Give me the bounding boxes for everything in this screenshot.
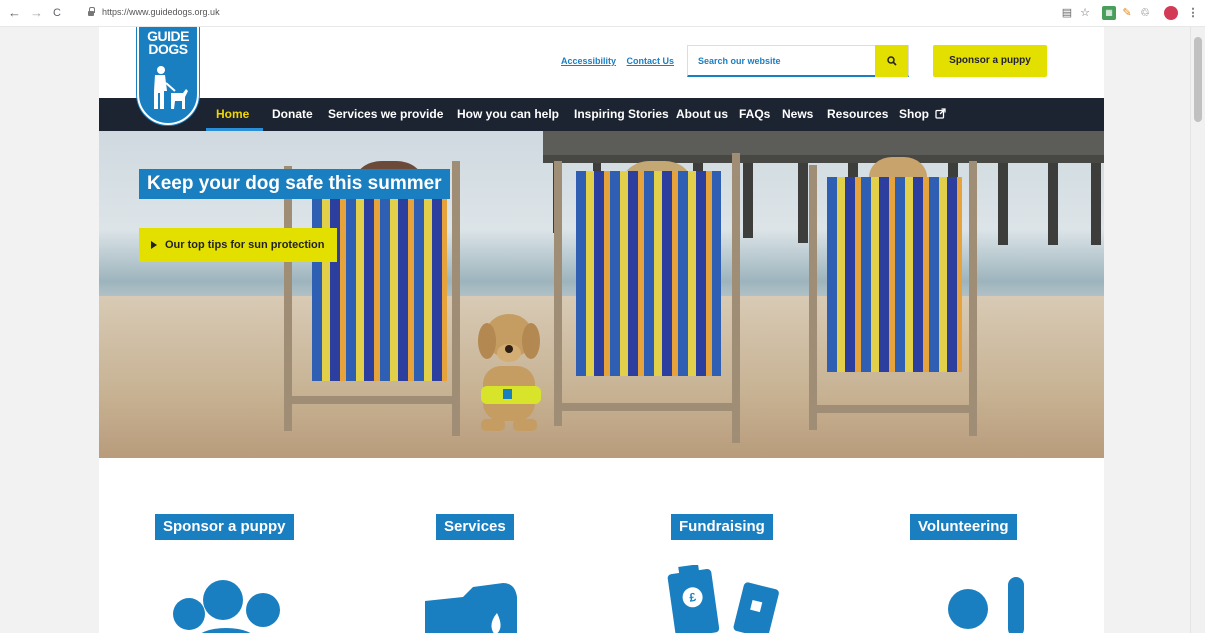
search-box bbox=[687, 45, 909, 77]
hero-cta-button[interactable]: Our top tips for sun protection bbox=[139, 228, 337, 262]
pin-icon[interactable]: ✎ bbox=[1120, 6, 1134, 20]
nav-item-shop[interactable]: Shop bbox=[899, 98, 946, 131]
lock-icon bbox=[88, 7, 95, 16]
reload-button[interactable]: C bbox=[53, 5, 61, 21]
raised-hand-icon[interactable] bbox=[944, 577, 1034, 633]
site-container: GUIDE DOGS Accessibility Contact Us Sear… bbox=[99, 27, 1104, 633]
search-input[interactable] bbox=[688, 46, 876, 76]
nav-item-shop-label: Shop bbox=[899, 107, 929, 121]
search-button[interactable] bbox=[875, 45, 908, 77]
chair-frame-right bbox=[969, 161, 977, 436]
hero-cta-label: Our top tips for sun protection bbox=[165, 239, 325, 251]
chair-frame-left bbox=[284, 166, 292, 431]
collection-tin-icon[interactable]: £ bbox=[665, 565, 785, 633]
url-text: https://www.guidedogs.org.uk bbox=[102, 7, 220, 17]
logo-text: GUIDE DOGS bbox=[147, 28, 189, 57]
paw-icon[interactable] bbox=[171, 580, 286, 633]
nav-item-about-us[interactable]: About us bbox=[676, 98, 728, 131]
card-fundraising[interactable]: Fundraising bbox=[671, 514, 773, 540]
contact-us-link[interactable]: Contact Us bbox=[627, 56, 675, 66]
browser-toolbar: ← → C https://www.guidedogs.org.uk ▤ ☆ ▦… bbox=[0, 0, 1205, 27]
chair-fabric-left bbox=[312, 196, 447, 381]
chair-frame-right bbox=[732, 153, 740, 443]
search-icon bbox=[886, 56, 897, 66]
chair-bar bbox=[814, 405, 974, 413]
guide-dog-image bbox=[478, 314, 541, 431]
vertical-scrollbar[interactable] bbox=[1190, 27, 1205, 633]
guide-dogs-logo[interactable]: GUIDE DOGS bbox=[137, 27, 199, 125]
accessibility-link[interactable]: Accessibility bbox=[561, 56, 616, 66]
sponsor-puppy-button[interactable]: Sponsor a puppy bbox=[933, 45, 1047, 77]
star-icon[interactable]: ☆ bbox=[1078, 6, 1092, 20]
chair-fabric-right bbox=[827, 177, 962, 372]
chair-bar bbox=[559, 403, 739, 411]
back-button[interactable]: ← bbox=[8, 5, 21, 21]
extension-icon[interactable]: ▦ bbox=[1102, 6, 1116, 20]
card-services[interactable]: Services bbox=[436, 514, 514, 540]
nav-item-how-you-can-help[interactable]: How you can help bbox=[457, 98, 559, 131]
profile-icon[interactable] bbox=[1164, 6, 1178, 20]
nav-item-home[interactable]: Home bbox=[205, 98, 264, 131]
guide-dog-figure-icon bbox=[154, 66, 188, 109]
forward-button[interactable]: → bbox=[30, 5, 43, 21]
chair-bar bbox=[289, 396, 454, 404]
nav-item-news[interactable]: News bbox=[782, 98, 813, 131]
utility-links: Accessibility Contact Us bbox=[561, 56, 682, 66]
menu-icon[interactable]: ⋮ bbox=[1186, 6, 1200, 20]
nav-item-services[interactable]: Services we provide bbox=[328, 98, 443, 131]
nav-item-donate[interactable]: Donate bbox=[272, 98, 313, 131]
chair-frame-left bbox=[809, 165, 817, 430]
page-viewport: GUIDE DOGS Accessibility Contact Us Sear… bbox=[0, 27, 1205, 633]
address-bar[interactable]: https://www.guidedogs.org.uk bbox=[80, 5, 1080, 23]
chair-frame-left bbox=[554, 161, 562, 426]
external-link-icon bbox=[935, 108, 946, 119]
chair-fabric-middle bbox=[576, 171, 721, 376]
card-volunteering[interactable]: Volunteering bbox=[910, 514, 1017, 540]
recycle-icon[interactable]: ♲ bbox=[1138, 6, 1152, 20]
scrollbar-thumb[interactable] bbox=[1194, 37, 1202, 122]
play-icon bbox=[151, 241, 157, 250]
nav-item-faqs[interactable]: FAQs bbox=[739, 98, 770, 131]
main-nav: Home Donate Services we provide How you … bbox=[99, 98, 1104, 131]
guide-harness-icon[interactable] bbox=[425, 583, 520, 633]
nav-item-resources[interactable]: Resources bbox=[827, 98, 888, 131]
deck-chair-middle bbox=[554, 153, 744, 443]
card-sponsor-puppy[interactable]: Sponsor a puppy bbox=[155, 514, 294, 540]
deck-chair-right bbox=[809, 155, 979, 440]
nav-item-inspiring-stories[interactable]: Inspiring Stories bbox=[574, 98, 669, 131]
hero-banner: Keep your dog safe this summer Our top t… bbox=[99, 131, 1104, 458]
translate-icon[interactable]: ▤ bbox=[1060, 6, 1074, 20]
hero-headline: Keep your dog safe this summer bbox=[139, 169, 450, 199]
